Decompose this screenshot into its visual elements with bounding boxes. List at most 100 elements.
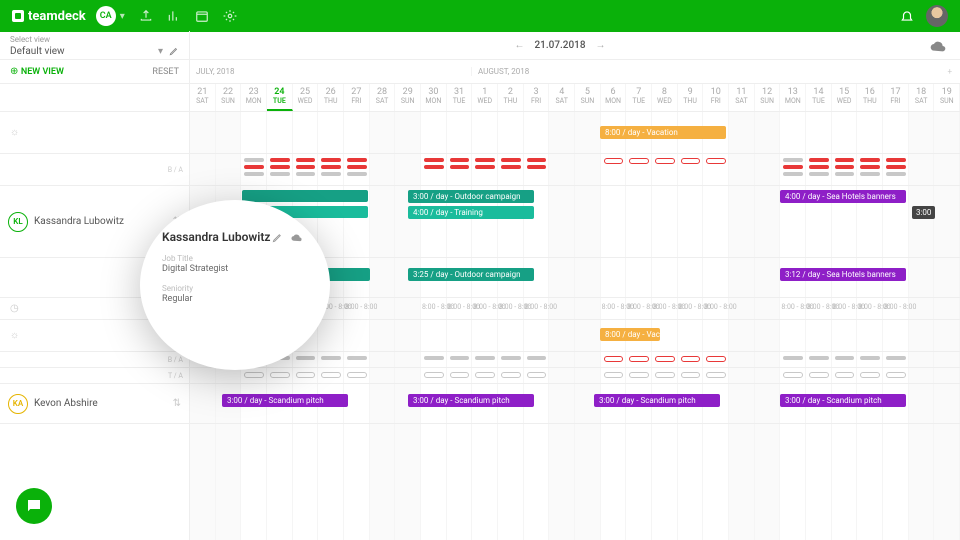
availability-bar [860, 356, 880, 360]
availability-bar [424, 356, 444, 360]
day-header-cell[interactable]: 5SUN [575, 84, 601, 111]
day-header-cell[interactable]: 30MON [421, 84, 447, 111]
event-scandium[interactable]: 3:00 / day - Scandium pitch [408, 394, 534, 407]
user-badge[interactable]: CA [96, 6, 116, 26]
availability-bar [860, 372, 880, 378]
date-navigator: ← 21.07.2018 → [190, 40, 930, 51]
chat-button[interactable] [16, 488, 52, 524]
event-sea[interactable]: 4:00 / day - Sea Hotels banners [780, 190, 906, 203]
event-sea[interactable]: 3:12 / day - Sea Hotels banners [780, 268, 906, 281]
day-header-cell[interactable]: 13MON [780, 84, 806, 111]
day-header-cell[interactable]: 1WED [472, 84, 498, 111]
day-header-cell[interactable]: 4SAT [549, 84, 575, 111]
availability-bar [321, 158, 341, 162]
day-header-cell[interactable]: 17FRI [883, 84, 909, 111]
day-header-cell[interactable]: 7TUE [626, 84, 652, 111]
day-header-cell[interactable]: 22SUN [216, 84, 242, 111]
day-header-cell[interactable]: 8WED [652, 84, 678, 111]
edit-icon[interactable] [272, 232, 283, 243]
availability-bar [783, 165, 803, 169]
brand-name: teamdeck [28, 9, 86, 24]
availability-bar [475, 158, 495, 162]
availability-bar [783, 172, 803, 176]
day-header-cell[interactable]: 14TUE [806, 84, 832, 111]
availability-bar [835, 356, 855, 360]
gear-icon[interactable] [223, 9, 237, 23]
day-header-cell[interactable]: 19SUN [934, 84, 960, 111]
time-label: 8:00 - 8:00 [345, 303, 377, 311]
top-bar: teamdeck CA ▾ [0, 0, 960, 32]
event-scandium[interactable]: 3:00 / day - Scandium pitch [594, 394, 720, 407]
event-vacation[interactable]: 8:00 / day - Vacation [600, 126, 726, 139]
day-header-cell[interactable]: 16THU [857, 84, 883, 111]
brand-logo[interactable]: teamdeck [12, 9, 86, 24]
availability-bar [475, 165, 495, 169]
date-prev-button[interactable]: ← [514, 40, 524, 51]
new-view-button[interactable]: ⊕ NEW VIEW [10, 66, 64, 77]
availability-bar [347, 172, 367, 176]
person-name[interactable]: Kassandra Lubowitz [34, 216, 124, 227]
add-button[interactable]: + [941, 67, 952, 76]
event-outdoor[interactable]: 3:00 / day - Outdoor campaign [408, 190, 534, 203]
edit-icon[interactable] [169, 46, 179, 56]
month-labels: JULY, 2018 AUGUST, 2018 + [190, 60, 960, 83]
person-avatar[interactable]: KA [8, 394, 28, 414]
availability-bar [296, 356, 316, 360]
event-scandium[interactable]: 3:00 / day - Scandium pitch [222, 394, 348, 407]
event-block[interactable] [242, 190, 368, 202]
availability-bar [347, 158, 367, 162]
sub-bar: Select view Default view ▾ ← 21.07.2018 … [0, 32, 960, 60]
availability-bar [835, 158, 855, 162]
reset-button[interactable]: RESET [152, 67, 179, 77]
date-next-button[interactable]: → [596, 40, 606, 51]
person-avatar[interactable]: KL [8, 212, 28, 232]
seniority-label: Seniority [162, 284, 308, 293]
day-header-cell[interactable]: 6MON [601, 84, 627, 111]
day-header-cell[interactable]: 31TUE [447, 84, 473, 111]
current-date[interactable]: 21.07.2018 [534, 40, 585, 51]
day-header-cell[interactable]: 3FRI [524, 84, 550, 111]
day-header-cell[interactable]: 21SAT [190, 84, 216, 111]
day-header-cell[interactable]: 18SAT [909, 84, 935, 111]
day-header-cell[interactable]: 12SUN [755, 84, 781, 111]
availability-bar [347, 165, 367, 169]
availability-bar [835, 372, 855, 378]
availability-bar [321, 172, 341, 176]
user-avatar[interactable] [926, 5, 948, 27]
calendar-icon[interactable] [195, 9, 209, 23]
day-header-cell[interactable]: 9THU [678, 84, 704, 111]
availability-bar [629, 372, 649, 378]
day-header-cell[interactable]: 27FRI [344, 84, 370, 111]
cloud-icon[interactable] [930, 38, 946, 54]
day-header-cell[interactable]: 25WED [293, 84, 319, 111]
event-scandium[interactable]: 3:00 / day - Scandium pitch [780, 394, 906, 407]
day-header-cell[interactable]: 29SUN [395, 84, 421, 111]
availability-bar [783, 158, 803, 162]
day-header-cell[interactable]: 28SAT [370, 84, 396, 111]
logo-icon [12, 10, 24, 22]
event-training[interactable]: 4:00 / day - Training [408, 206, 534, 219]
day-header-cell[interactable]: 10FRI [703, 84, 729, 111]
day-header-cell[interactable]: 24TUE [267, 84, 293, 111]
day-header-cell[interactable]: 11SAT [729, 84, 755, 111]
upload-icon[interactable] [139, 9, 153, 23]
availability-bar [501, 165, 521, 169]
event-vacation[interactable]: 8:00 / day - Vacation [600, 328, 660, 341]
availability-bar [450, 356, 470, 360]
availability-bar [706, 372, 726, 378]
day-header-cell[interactable]: 15WED [832, 84, 858, 111]
bell-icon[interactable] [900, 9, 914, 23]
day-header-cell[interactable]: 23MON [241, 84, 267, 111]
view-selector-area: Select view Default view ▾ [0, 31, 190, 61]
day-header-cell[interactable]: 26THU [318, 84, 344, 111]
bars-icon[interactable] [167, 9, 181, 23]
cloud-icon[interactable] [291, 232, 302, 243]
availability-bar [475, 356, 495, 360]
chevron-down-icon[interactable]: ▾ [120, 11, 125, 22]
person-name[interactable]: Kevon Abshire [34, 398, 98, 409]
chevron-down-icon[interactable]: ▾ [158, 46, 163, 57]
filter-icon[interactable]: ⇅ [173, 398, 181, 409]
day-header-cell[interactable]: 2THU [498, 84, 524, 111]
event-outdoor[interactable]: 3:25 / day - Outdoor campaign [408, 268, 534, 281]
view-select[interactable]: Default view [10, 46, 152, 57]
